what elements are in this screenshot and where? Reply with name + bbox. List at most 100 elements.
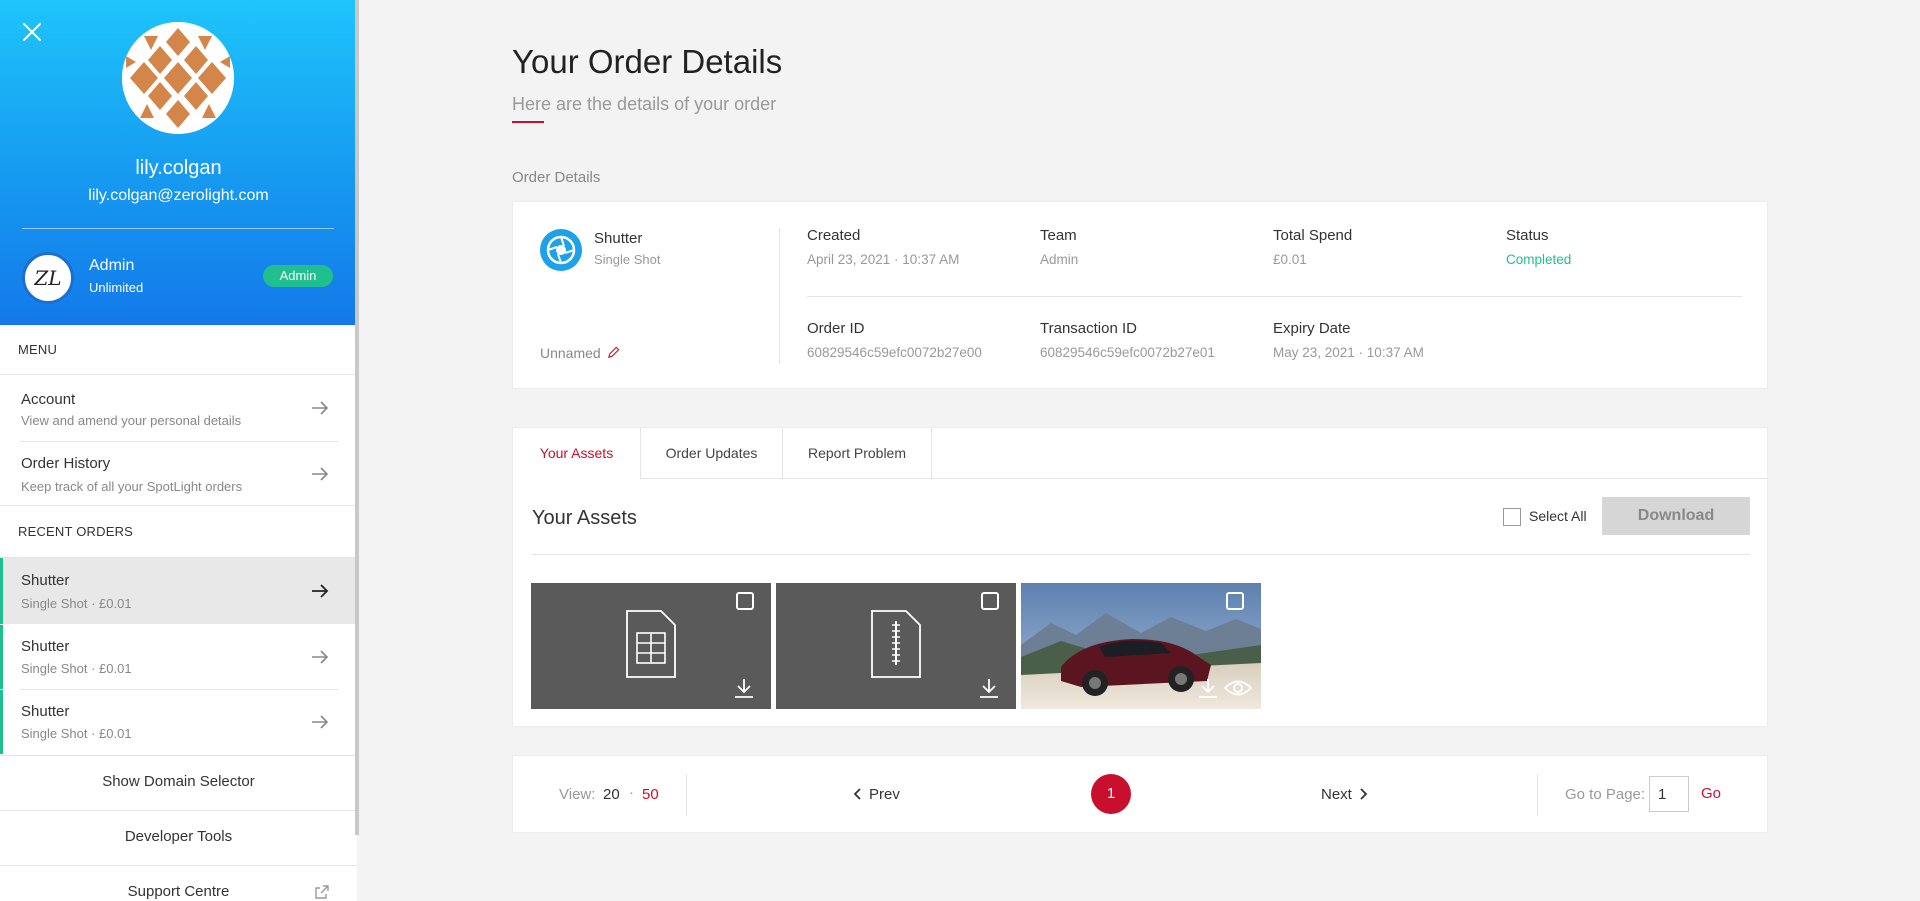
assets-title: Your Assets [532,507,637,529]
recent-orders-heading: RECENT ORDERS [18,524,134,539]
tab-order-updates[interactable]: Order Updates [641,428,783,479]
divider [0,505,357,506]
divider [532,554,1750,555]
chevron-left-icon [853,788,861,800]
goto-page-label: Go to Page: [1565,786,1646,803]
team-label: Team [1040,227,1077,244]
expiry-date-value: May 23, 2021 · 10:37 AM [1273,345,1424,360]
team-value: Admin [1040,252,1079,267]
select-all-label[interactable]: Select All [1529,508,1587,524]
arrow-right-icon [312,401,329,415]
view-separator: · [629,784,634,801]
created-label: Created [807,227,861,244]
next-label: Next [1321,786,1352,803]
status-label: Status [1506,227,1549,244]
order-name: Unnamed [540,345,601,361]
sidebar-item-order-history[interactable]: Order History Keep track of all your Spo… [0,442,357,504]
recent-order-title: Shutter [21,572,70,589]
divider [0,755,357,756]
external-link-icon [315,885,329,899]
total-spend-label: Total Spend [1273,227,1353,244]
assets-card: Your Assets Order Updates Report Problem… [512,427,1768,727]
recent-order-subtitle: Single Shot · £0.01 [21,726,132,741]
order-details-card: Shutter Single Shot Unnamed Created Apri… [512,201,1768,389]
eye-icon[interactable] [1223,677,1253,699]
close-icon[interactable] [18,18,46,46]
chevron-right-icon [1360,788,1368,800]
recent-order-item[interactable]: Shutter Single Shot · £0.01 [0,558,357,624]
developer-tools-link[interactable]: Developer Tools [0,828,357,845]
sidebar-item-title: Order History [21,455,111,472]
transaction-id-value: 60829546c59efc0072b27e01 [1040,345,1215,360]
go-button[interactable]: Go [1701,785,1721,802]
asset-tile-spreadsheet[interactable] [531,583,771,709]
recent-order-title: Shutter [21,638,70,655]
status-value: Completed [1506,252,1572,267]
shutter-icon [540,229,582,271]
tab-your-assets[interactable]: Your Assets [513,428,641,479]
sidebar-item-account[interactable]: Account View and amend your personal det… [0,375,357,439]
domain-plan: Unlimited [89,280,144,295]
view-20-option[interactable]: 20 [603,786,620,803]
asset-checkbox[interactable] [736,592,754,610]
select-all-checkbox[interactable] [1503,508,1521,526]
recent-order-item[interactable]: Shutter Single Shot · £0.01 [0,690,357,754]
arrow-right-icon [312,715,329,729]
divider [0,865,357,866]
divider [1537,774,1538,816]
asset-checkbox[interactable] [981,592,999,610]
recent-order-subtitle: Single Shot · £0.01 [21,596,132,611]
divider [686,774,687,816]
sidebar: lily.colgan lily.colgan@zerolight.com ZL… [0,0,357,901]
transaction-id-label: Transaction ID [1040,320,1137,337]
recent-order-title: Shutter [21,703,70,720]
spreadsheet-file-icon [626,610,676,678]
recent-order-subtitle: Single Shot · £0.01 [21,661,132,676]
tab-bar: Your Assets Order Updates Report Problem [513,428,1767,479]
pencil-icon[interactable] [607,346,620,359]
expiry-date-label: Expiry Date [1273,320,1351,337]
support-centre-link[interactable]: Support Centre [0,883,357,900]
arrow-right-icon [312,467,329,481]
page-title: Your Order Details [512,43,783,80]
sidebar-item-subtitle: Keep track of all your SpotLight orders [21,479,243,494]
profile-username: lily.colgan [135,157,222,179]
view-50-option[interactable]: 50 [642,786,659,803]
domain-name: Admin [89,257,135,274]
order-name-edit[interactable]: Unnamed [540,345,620,361]
tab-report-problem[interactable]: Report Problem [783,428,932,479]
next-button[interactable]: Next [1321,786,1368,803]
role-badge: Admin [263,265,333,287]
zip-file-icon [871,610,921,678]
domain-logo: ZL [22,252,74,304]
show-domain-selector-link[interactable]: Show Domain Selector [0,773,357,790]
download-button[interactable]: Download [1602,497,1750,535]
prev-button[interactable]: Prev [853,786,900,803]
arrow-right-icon [312,584,329,598]
prev-label: Prev [869,786,900,803]
download-icon[interactable] [1197,677,1219,699]
download-icon[interactable] [733,677,755,699]
divider [807,296,1742,297]
product-name: Shutter [594,230,643,247]
sidebar-item-subtitle: View and amend your personal details [21,413,242,428]
asset-tile-zip[interactable] [776,583,1016,709]
asset-checkbox[interactable] [1226,592,1244,610]
asset-tile-image[interactable] [1021,583,1261,709]
recent-order-item[interactable]: Shutter Single Shot · £0.01 [0,625,357,689]
section-label: Order Details [512,169,601,186]
domain-logo-text: ZL [34,266,62,290]
page-subtitle: Here are the details of your order [512,94,777,114]
menu-heading: MENU [18,342,58,357]
order-id-label: Order ID [807,320,865,337]
goto-page-input[interactable] [1649,776,1689,812]
created-value: April 23, 2021 · 10:37 AM [807,252,960,267]
total-spend-value: £0.01 [1273,252,1307,267]
download-icon[interactable] [978,677,1000,699]
title-underline [512,121,544,123]
product-type: Single Shot [594,252,661,267]
divider [779,228,780,364]
profile-header: lily.colgan lily.colgan@zerolight.com ZL… [0,0,357,325]
sidebar-scrollbar[interactable] [355,0,359,835]
page-number-current[interactable]: 1 [1091,774,1131,814]
